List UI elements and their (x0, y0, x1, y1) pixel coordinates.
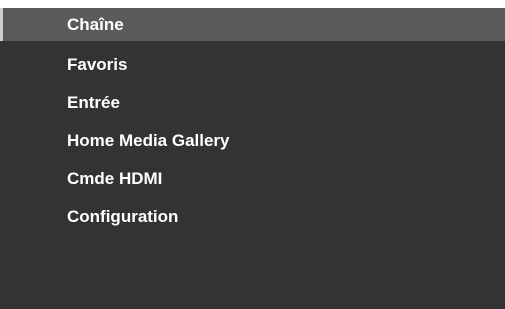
menu-item-label: Chaîne (67, 15, 124, 34)
menu-item-favoris[interactable]: Favoris (0, 46, 505, 84)
menu-list: Chaîne Favoris Entrée Home Media Gallery… (0, 8, 505, 236)
menu-item-cmde-hdmi[interactable]: Cmde HDMI (0, 160, 505, 198)
menu-item-home-media-gallery[interactable]: Home Media Gallery (0, 122, 505, 160)
menu-item-label: Favoris (67, 55, 128, 74)
menu-item-chaine[interactable]: Chaîne (0, 8, 505, 41)
menu-item-label: Home Media Gallery (67, 131, 230, 150)
selection-edge-marker (0, 8, 3, 41)
menu-panel: Chaîne Favoris Entrée Home Media Gallery… (0, 8, 505, 309)
menu-item-label: Configuration (67, 207, 179, 226)
menu-item-entree[interactable]: Entrée (0, 84, 505, 122)
menu-item-label: Entrée (67, 93, 120, 112)
menu-item-configuration[interactable]: Configuration (0, 198, 505, 236)
menu-item-label: Cmde HDMI (67, 169, 163, 188)
